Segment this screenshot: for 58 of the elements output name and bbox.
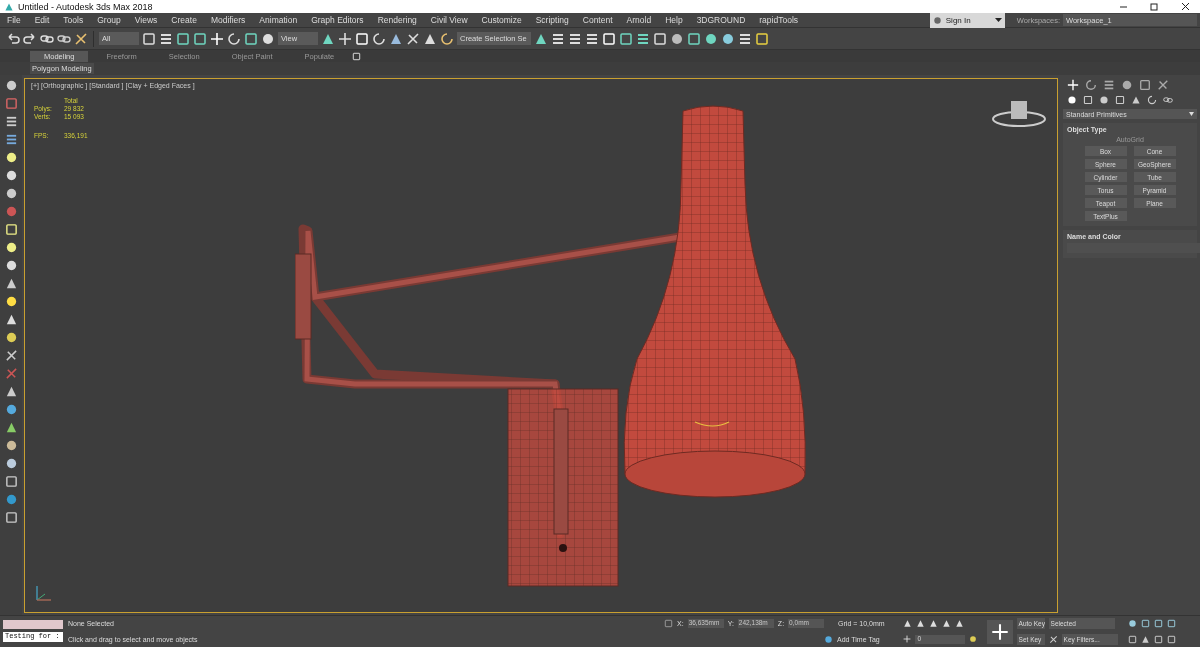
panel-icon[interactable] xyxy=(4,115,18,128)
time-tag-icon[interactable] xyxy=(824,634,833,644)
viewcube-icon[interactable] xyxy=(991,99,1047,129)
square-icon[interactable] xyxy=(4,223,18,236)
rotate-icon[interactable] xyxy=(227,31,241,46)
menu-item[interactable]: 3DGROUND xyxy=(689,15,753,25)
sphere-icon[interactable] xyxy=(4,457,18,470)
app-logo-icon xyxy=(4,1,14,12)
globe-icon[interactable] xyxy=(4,493,18,506)
list-icon[interactable] xyxy=(159,31,173,46)
menu-item[interactable]: Edit xyxy=(27,15,57,25)
table-icon[interactable] xyxy=(568,31,582,46)
menu-item[interactable]: Customize xyxy=(474,15,529,25)
menu-item[interactable]: Civil View xyxy=(423,15,475,25)
sphere-icon[interactable] xyxy=(4,331,18,344)
menu-item[interactable]: Group xyxy=(90,15,128,25)
sphere-icon[interactable] xyxy=(1121,79,1133,91)
align-icon[interactable] xyxy=(551,31,565,46)
redo-icon[interactable] xyxy=(23,31,37,46)
undo-icon[interactable] xyxy=(6,31,20,46)
window-select-icon[interactable] xyxy=(193,31,207,46)
menu-item[interactable]: Modifiers xyxy=(203,15,253,25)
menu-item[interactable]: rapidTools xyxy=(752,15,806,25)
sphere-icon[interactable] xyxy=(4,241,18,254)
globe-icon[interactable] xyxy=(4,403,18,416)
menu-item[interactable]: Help xyxy=(658,15,690,25)
menu-item[interactable]: Views xyxy=(127,15,165,25)
sphere-icon[interactable] xyxy=(261,31,275,46)
window-title: Untitled - Autodesk 3ds Max 2018 xyxy=(18,1,154,12)
menu-item[interactable]: Content xyxy=(575,15,620,25)
script-output-field[interactable] xyxy=(3,620,63,629)
plus-icon[interactable] xyxy=(1067,79,1079,91)
render-frame-icon[interactable] xyxy=(687,31,701,46)
layers-icon[interactable] xyxy=(585,31,599,46)
panel-icon[interactable] xyxy=(4,133,18,146)
user-icon[interactable] xyxy=(932,15,942,25)
caret-icon xyxy=(1189,112,1194,116)
menu-item[interactable]: Scripting xyxy=(528,15,576,25)
cone-icon[interactable] xyxy=(4,313,18,326)
maximize-icon[interactable] xyxy=(1150,2,1159,11)
menu-item[interactable]: Arnold xyxy=(619,15,659,25)
sphere-icon[interactable] xyxy=(1067,95,1077,105)
menu-item[interactable]: Graph Editors xyxy=(304,15,371,25)
menu-item[interactable]: Animation xyxy=(252,15,305,25)
window-icon[interactable] xyxy=(4,97,18,110)
caret-icon xyxy=(994,17,1002,23)
sun-icon[interactable] xyxy=(4,295,18,308)
menu-item[interactable]: Create xyxy=(164,15,204,25)
move-icon[interactable] xyxy=(210,31,224,46)
sphere-icon[interactable] xyxy=(4,259,18,272)
select-icon[interactable] xyxy=(142,31,156,46)
menu-item[interactable]: Rendering xyxy=(370,15,424,25)
rectangle-select-icon[interactable] xyxy=(176,31,190,46)
curve-icon[interactable] xyxy=(1085,79,1097,91)
menu-item[interactable]: Tools xyxy=(56,15,91,25)
shapes-icon[interactable] xyxy=(1083,95,1093,105)
close-icon[interactable] xyxy=(1181,2,1190,11)
menu-item[interactable]: File xyxy=(0,15,28,25)
